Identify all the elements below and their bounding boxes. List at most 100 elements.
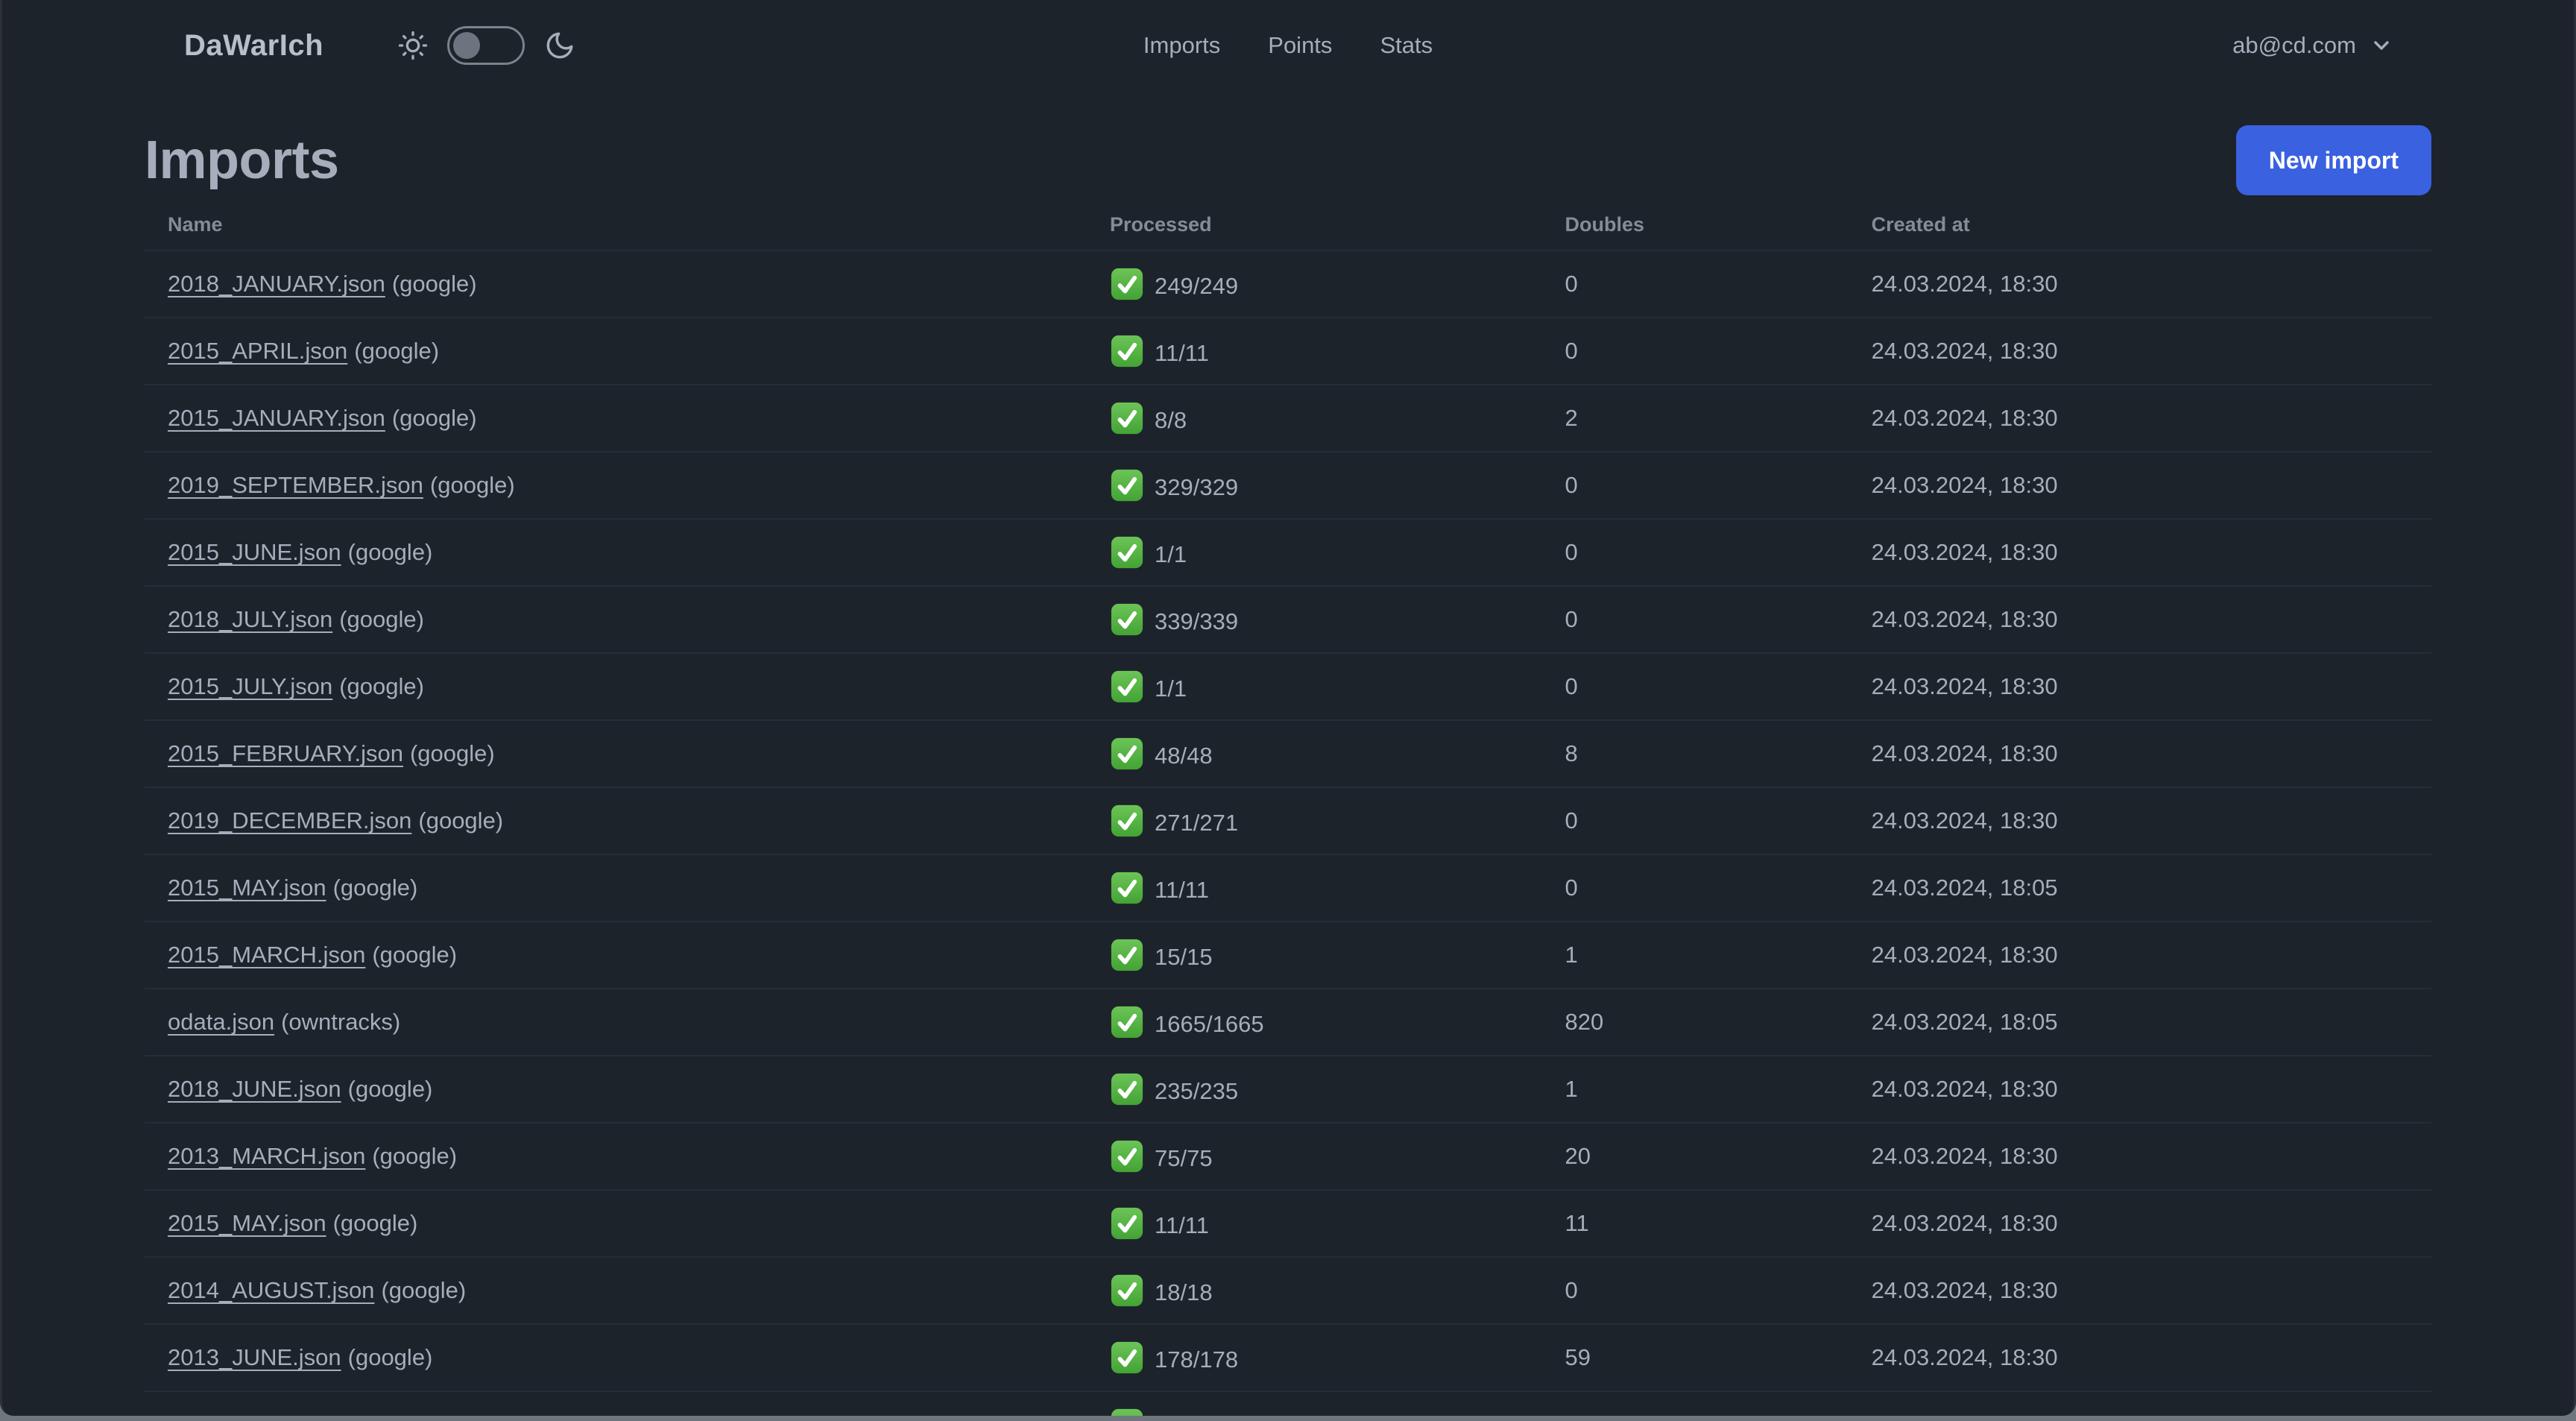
doubles-cell: 1: [1541, 921, 1849, 989]
import-file-link[interactable]: odata.json: [168, 1009, 274, 1035]
name-cell: 2015_APRIL.json (google): [145, 318, 1087, 385]
processed-cell: 11/11: [1087, 854, 1542, 922]
processed-count: 249/249: [1155, 273, 1239, 299]
doubles-cell: 1: [1541, 1056, 1849, 1124]
created-cell: 24.03.2024, 18:30: [1848, 586, 2431, 654]
name-cell: 2015_MAY.json (google): [145, 854, 1087, 922]
processed-count: 329/329: [1155, 474, 1239, 500]
processed-cell: 8/8: [1087, 385, 1542, 453]
import-file-link[interactable]: 2015_JULY.json: [168, 673, 332, 699]
check-mark-icon: [1110, 1340, 1144, 1375]
created-cell: 24.03.2024, 18:30: [1848, 1190, 2431, 1258]
nav-link-stats[interactable]: Stats: [1380, 32, 1433, 59]
processed-cell: 235/235: [1087, 1056, 1542, 1124]
name-cell: 2018_JULY.json (google): [145, 586, 1087, 654]
name-cell: 2015_JUNE.json (google): [145, 519, 1087, 587]
created-cell: 24.03.2024, 18:30: [1848, 1257, 2431, 1325]
page-title: Imports: [145, 130, 339, 190]
processed-count: 1665/1665: [1155, 1011, 1264, 1037]
doubles-cell: 20: [1541, 1123, 1849, 1191]
import-file-link[interactable]: 2014_AUGUST.json: [168, 1277, 374, 1303]
theme-toggle-switch[interactable]: [447, 26, 525, 65]
check-mark-icon: [1110, 468, 1144, 502]
doubles-cell: [1541, 1391, 1849, 1416]
doubles-cell: 0: [1541, 318, 1849, 385]
import-file-link[interactable]: 2015_JUNE.json: [168, 539, 341, 565]
import-file-link[interactable]: 2018_JULY.json: [168, 606, 332, 632]
table-row: 2015_JUNE.json (google) 1/1 0 24.03.2024,…: [145, 519, 2431, 587]
doubles-cell: 0: [1541, 653, 1849, 721]
processed-count: 11/11: [1155, 1212, 1209, 1238]
check-mark-icon: [1110, 804, 1144, 838]
import-file-link[interactable]: 2019_DECEMBER.json: [168, 807, 411, 834]
table-row: 2015_APRIL.json (google) 11/11 0 24.03.20…: [145, 318, 2431, 385]
import-file-link[interactable]: 2015_MAY.json: [168, 1210, 326, 1236]
imports-table-body: 2018_JANUARY.json (google) 249/249 0 24.0…: [145, 251, 2431, 1416]
nav-link-imports[interactable]: Imports: [1143, 32, 1220, 59]
main-nav: Imports Points Stats: [1143, 0, 1433, 91]
table-row: 2015_JANUARY.json (google) 8/8 2 24.03.20…: [145, 385, 2431, 453]
table-row: 2019_DECEMBER.json (google) 271/271 0 24.…: [145, 787, 2431, 855]
check-mark-icon: [1110, 1072, 1144, 1106]
import-file-link[interactable]: 2018_JUNE.json: [168, 1076, 341, 1102]
processed-count: 1/1: [1155, 675, 1187, 702]
import-file-link[interactable]: 2015_JANUARY.json: [168, 405, 385, 431]
processed-count: 1/1: [1155, 541, 1187, 567]
created-cell: 24.03.2024, 18:30: [1848, 452, 2431, 520]
table-row: 2013_MARCH.json (google) 75/75 20 24.03.2…: [145, 1123, 2431, 1191]
user-menu[interactable]: ab@cd.com: [2232, 32, 2393, 59]
doubles-cell: 0: [1541, 586, 1849, 654]
import-file-link[interactable]: 2018_JANUARY.json: [168, 271, 385, 297]
import-file-link[interactable]: 2015_MARCH.json: [168, 942, 365, 968]
navbar: DaWarIch Imports Points Stats ab@cd.com: [2, 0, 2574, 91]
table-row: 2013_JUNE.json (google) 178/178 59 24.03.…: [145, 1324, 2431, 1392]
app-logo[interactable]: DaWarIch: [184, 29, 323, 63]
processed-count: 48/48: [1155, 743, 1213, 769]
import-source-label: (google): [409, 740, 495, 766]
name-cell: 2013_JUNE.json (google): [145, 1324, 1087, 1392]
created-cell: 24.03.2024, 18:30: [1848, 1123, 2431, 1191]
table-row: 2015_JULY.json (google) 1/1 0 24.03.2024,…: [145, 653, 2431, 721]
import-source-label: (google): [347, 1344, 433, 1370]
processed-cell: 1/1: [1087, 519, 1542, 587]
import-file-link[interactable]: 2015_APRIL.json: [168, 338, 347, 364]
import-file-link[interactable]: 2015_MAY.json: [168, 875, 326, 901]
page-header: Imports New import: [145, 125, 2431, 195]
import-file-link[interactable]: 2019_SEPTEMBER.json: [168, 472, 423, 498]
check-mark-icon: [1110, 535, 1144, 570]
new-import-button[interactable]: New import: [2235, 125, 2431, 195]
import-file-link[interactable]: 2013_JUNE.json: [168, 1344, 341, 1370]
name-cell: 2015_JULY.json (google): [145, 653, 1087, 721]
processed-count: 75/75: [1155, 1145, 1213, 1171]
created-cell: 24.03.2024, 18:05: [1848, 989, 2431, 1056]
import-source-label: (google): [332, 1210, 418, 1236]
check-mark-icon: [1110, 1206, 1144, 1241]
column-header-created-at: Created at: [1848, 201, 2431, 251]
table-row: 2015_MAY.json (google) 11/11 0 24.03.2024…: [145, 854, 2431, 922]
check-mark-icon: [1110, 334, 1144, 368]
processed-cell: 75/75: [1087, 1123, 1542, 1191]
nav-link-points[interactable]: Points: [1268, 32, 1332, 59]
doubles-cell: 2: [1541, 385, 1849, 453]
created-cell: 24.03.2024, 18:30: [1848, 385, 2431, 453]
processed-cell: 11/11: [1087, 1190, 1542, 1258]
sun-icon: [398, 31, 428, 60]
user-email: ab@cd.com: [2232, 32, 2356, 58]
doubles-cell: 8: [1541, 720, 1849, 788]
name-cell: 2019_SEPTEMBER.json (google): [145, 452, 1087, 520]
created-cell: 24.03.2024, 18:30: [1848, 787, 2431, 855]
processed-cell: 18/18: [1087, 1257, 1542, 1325]
check-mark-icon: [1110, 938, 1144, 972]
processed-count: 271/271: [1155, 810, 1239, 836]
import-file-link[interactable]: 2015_FEBRUARY.json: [168, 740, 403, 766]
created-cell: [1848, 1391, 2431, 1416]
import-source-label: (google): [429, 472, 515, 498]
import-file-link[interactable]: 2013_MARCH.json: [168, 1143, 365, 1169]
processed-count: 8/8: [1155, 407, 1187, 433]
import-source-label: (google): [372, 942, 458, 968]
table-row: 2015_MAY.json (google) 11/11 11 24.03.202…: [145, 1190, 2431, 1258]
table-row: 2018_JUNE.json (google) 235/235 1 24.03.2…: [145, 1056, 2431, 1124]
name-cell: [145, 1391, 1087, 1416]
table-header-row: Name Processed Doubles Created at: [145, 201, 2431, 251]
check-mark-icon: [1110, 267, 1144, 301]
